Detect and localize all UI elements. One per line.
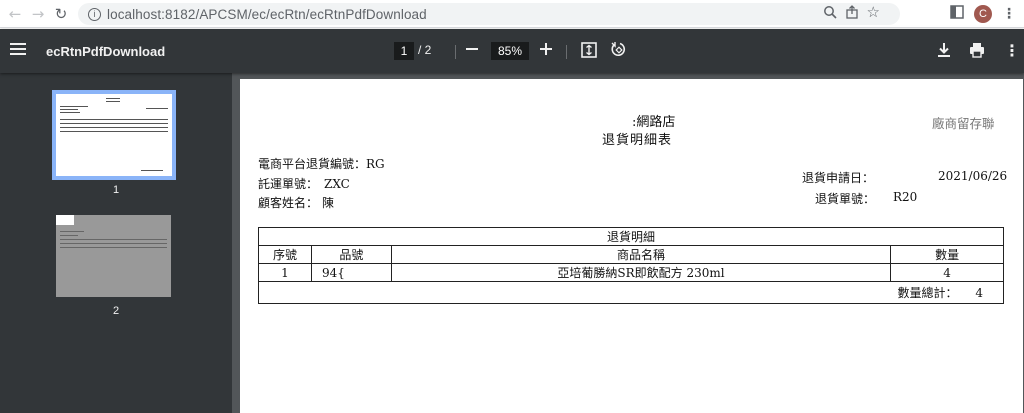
apply-date-label: 退貨申請日：: [802, 171, 875, 185]
browser-toolbar: ← → ↻ i localhost:8182/APCSM/ec/ecRtn/ec…: [0, 0, 1024, 28]
shipping-number-label: 託運單號：: [258, 177, 319, 191]
browser-menu-icon[interactable]: ⋮: [1002, 6, 1016, 22]
thumbnail-label-1: 1: [112, 184, 120, 196]
shipping-number-field: 託運單號： ZXC: [258, 175, 350, 192]
total-value: 4: [975, 286, 983, 300]
zoom-out-icon[interactable]: [466, 42, 478, 56]
share-icon[interactable]: [845, 5, 859, 23]
customer-name-field: 顧客姓名：陳: [258, 194, 334, 211]
table-row: 1 94{ 亞培葡勝納SR即飲配方 230ml 4: [258, 263, 1004, 282]
customer-name-value: 陳: [322, 196, 335, 210]
zoom-level-input[interactable]: 85%: [491, 42, 529, 60]
side-panel-icon[interactable]: [950, 4, 964, 23]
pdf-page: :網路店 廠商留存聯 退貨明細表 電商平台退貨編號：RG 託運單號： ZXC 顧客…: [240, 79, 1023, 413]
return-detail-table: 退貨明細 序號 品號 商品名稱 數量 1 94{ 亞培葡勝納SR即飲配方 230…: [258, 227, 1004, 304]
cell-quantity: 4: [890, 263, 1004, 282]
cell-item-no: 94{: [310, 263, 392, 282]
document-heading: 退貨明細表: [602, 133, 673, 148]
back-arrow-icon[interactable]: ←: [4, 3, 26, 25]
return-number-field: 電商平台退貨編號：RG: [258, 155, 385, 172]
zoom-in-icon[interactable]: [540, 42, 552, 56]
address-bar[interactable]: i localhost:8182/APCSM/ec/ecRtn/ecRtnPdf…: [78, 3, 900, 25]
header-quantity: 數量: [890, 245, 1004, 264]
customer-name-label: 顧客姓名：: [258, 196, 319, 210]
store-name: :網路店: [632, 115, 676, 130]
header-serial: 序號: [258, 245, 312, 264]
page-thumbnail-1[interactable]: [52, 90, 176, 180]
table-total-row: 數量總計： 4: [258, 281, 1004, 304]
page-number-input[interactable]: 1: [394, 42, 414, 60]
forward-arrow-icon[interactable]: →: [27, 3, 49, 25]
return-number-label: 電商平台退貨編號：: [258, 157, 367, 171]
more-options-icon[interactable]: ⋮: [1004, 41, 1020, 60]
reload-icon[interactable]: ↻: [50, 3, 72, 25]
bookmark-star-icon[interactable]: ☆: [867, 5, 880, 23]
copy-note: 廠商留存聯: [932, 116, 995, 131]
thumbnail-sidebar: 1 2: [0, 73, 232, 413]
print-icon[interactable]: [969, 42, 985, 58]
url-text[interactable]: localhost:8182/APCSM/ec/ecRtn/ecRtnPdfDo…: [107, 7, 427, 22]
profile-avatar[interactable]: C: [974, 4, 992, 23]
pdf-toolbar: ecRtnPdfDownload 1 / 2 85% ⋮: [0, 29, 1024, 73]
page-thumbnail-2[interactable]: [56, 215, 171, 297]
hamburger-menu-icon[interactable]: [10, 42, 26, 56]
page-total: / 2: [418, 43, 432, 57]
cell-product-name: 亞培葡勝納SR即飲配方 230ml: [390, 263, 892, 282]
zoom-magnifier-icon[interactable]: [823, 5, 837, 23]
shipping-number-value: ZXC: [324, 177, 350, 191]
thumbnail-label-2: 2: [112, 305, 120, 317]
return-slip-value: R20: [893, 190, 918, 204]
return-slip-label: 退貨單號：: [815, 192, 876, 206]
cell-serial: 1: [258, 263, 312, 282]
table-caption: 退貨明細: [258, 227, 1004, 246]
rotate-icon[interactable]: [610, 41, 627, 58]
download-icon[interactable]: [937, 42, 951, 58]
toolbar-divider: [566, 45, 567, 59]
header-product-name: 商品名稱: [390, 245, 892, 264]
document-title: ecRtnPdfDownload: [46, 43, 166, 59]
apply-date-value: 2021/06/26: [938, 169, 1008, 183]
total-label: 數量總計：: [897, 286, 958, 300]
return-number-value: RG: [366, 157, 385, 171]
info-icon[interactable]: i: [88, 7, 101, 21]
header-item-no: 品號: [310, 245, 392, 264]
fit-to-page-icon[interactable]: [581, 42, 597, 58]
pdf-viewer[interactable]: :網路店 廠商留存聯 退貨明細表 電商平台退貨編號：RG 託運單號： ZXC 顧客…: [232, 73, 1024, 413]
toolbar-divider: [455, 45, 456, 59]
table-header-row: 序號 品號 商品名稱 數量: [258, 245, 1004, 264]
